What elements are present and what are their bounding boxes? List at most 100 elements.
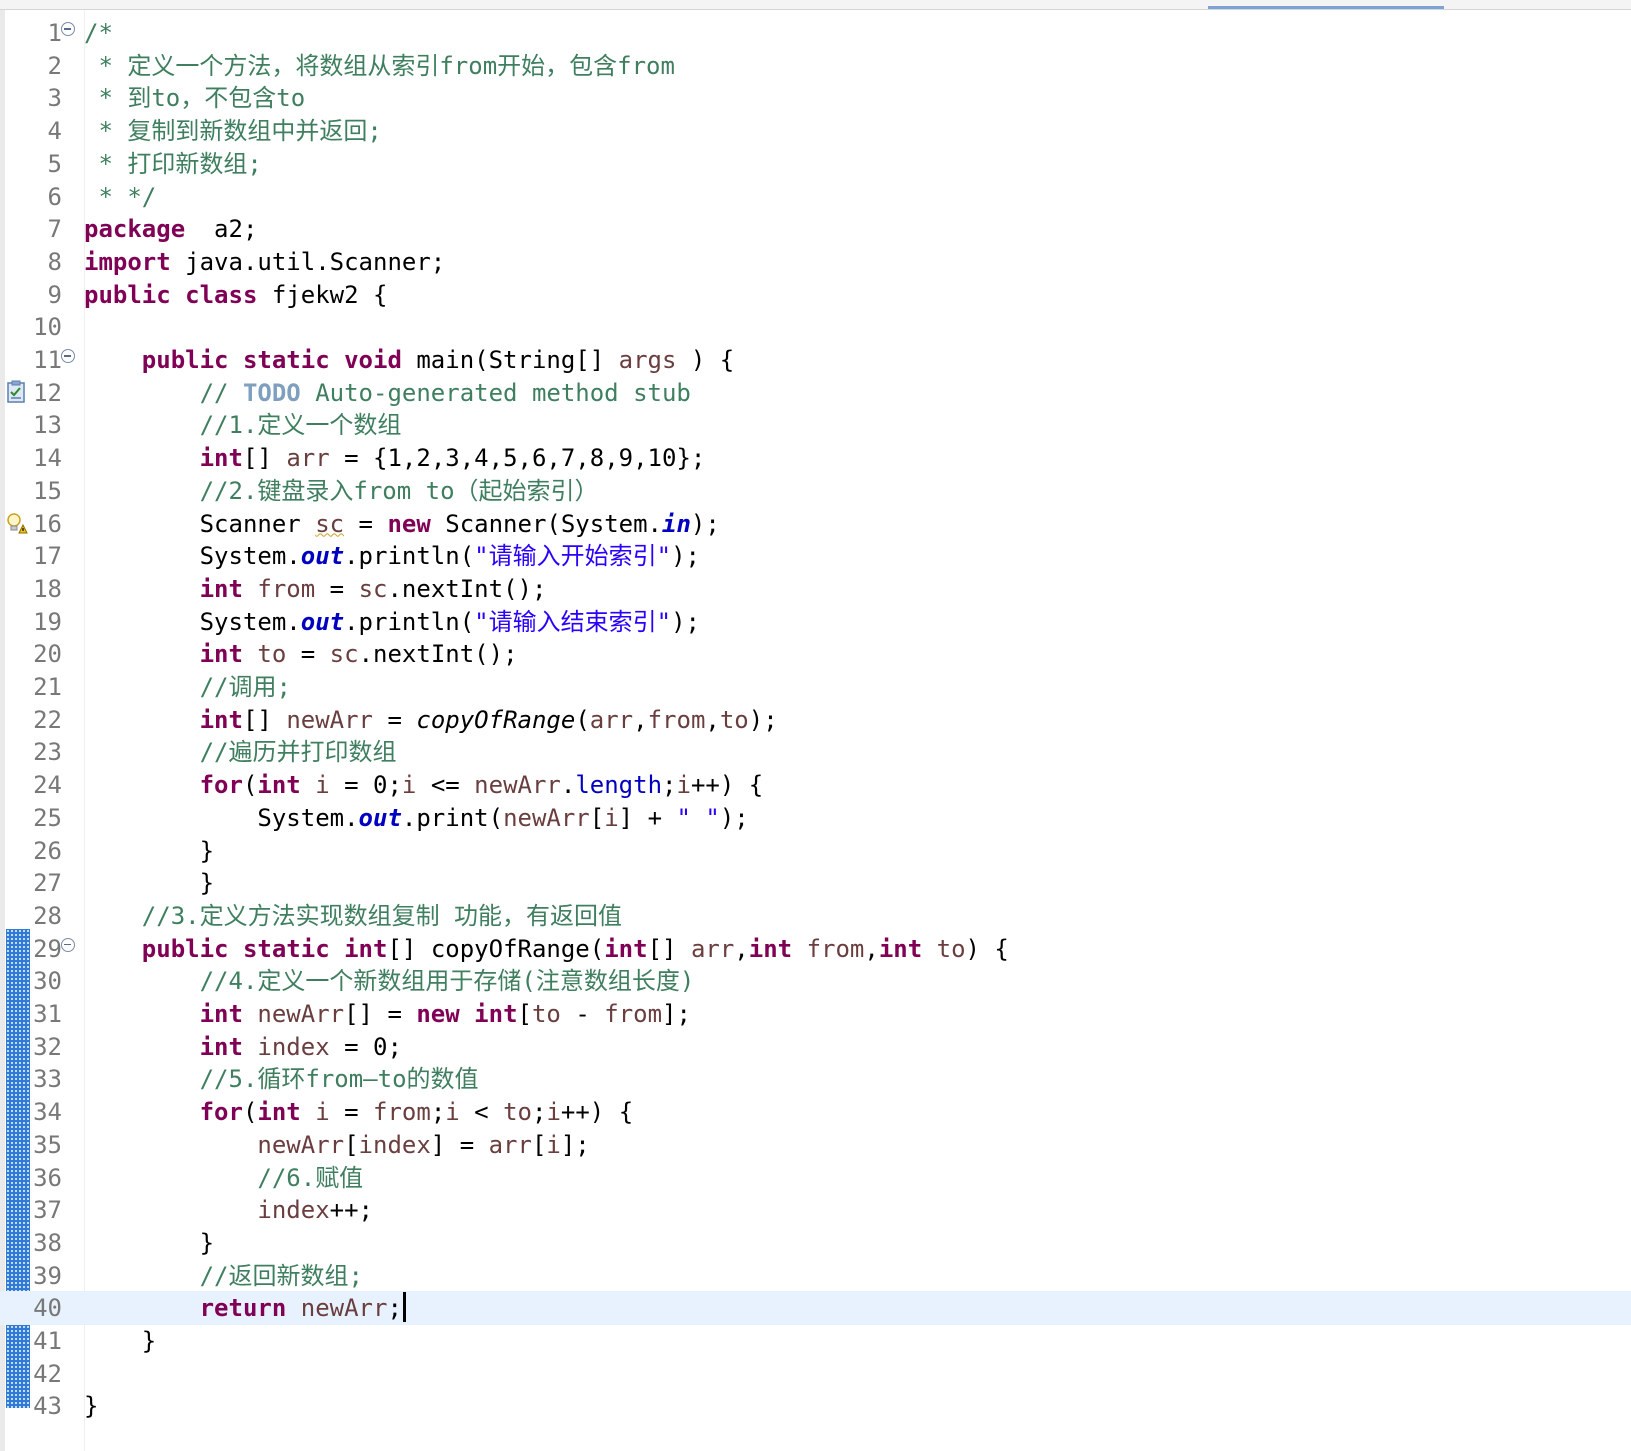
code-line[interactable]: 28 //3.定义方法实现数组复制 功能，有返回值 bbox=[0, 899, 1631, 933]
collapse-minus-icon[interactable] bbox=[61, 349, 75, 363]
code-text[interactable]: int[] newArr = copyOfRange(arr,from,to); bbox=[84, 703, 778, 737]
task-icon[interactable] bbox=[6, 380, 28, 404]
code-text[interactable]: //返回新数组; bbox=[84, 1259, 363, 1293]
code-line[interactable]: 12 // TODO Auto-generated method stub bbox=[0, 376, 1631, 410]
code-text[interactable]: } bbox=[84, 1324, 156, 1358]
code-line[interactable]: 9 public class fjekw2 { bbox=[0, 278, 1631, 312]
collapse-minus-icon[interactable] bbox=[61, 937, 75, 952]
code-line[interactable]: 14 int[] arr = {1,2,3,4,5,6,7,8,9,10}; bbox=[0, 441, 1631, 475]
code-text[interactable]: for(int i = 0;i <= newArr.length;i++) { bbox=[84, 768, 764, 802]
code-line[interactable]: 5 * 打印新数组; bbox=[0, 147, 1631, 181]
code-token: = bbox=[373, 705, 417, 734]
code-text[interactable]: int newArr[] = new int[to - from]; bbox=[84, 997, 691, 1031]
code-line[interactable]: 19 System.out.println("请输入结束索引"); bbox=[0, 605, 1631, 639]
code-token: to bbox=[531, 1000, 561, 1028]
code-line[interactable]: 41 } bbox=[0, 1324, 1631, 1358]
code-line[interactable]: 29 public static int[] copyOfRange(int[]… bbox=[0, 932, 1631, 966]
code-text[interactable]: for(int i = from;i < to;i++) { bbox=[84, 1095, 634, 1129]
code-line[interactable]: 31 int newArr[] = new int[to - from]; bbox=[0, 997, 1631, 1031]
code-text[interactable]: * 到to，不包含to bbox=[84, 81, 305, 115]
code-text[interactable]: //遍历并打印数组 bbox=[84, 735, 397, 769]
code-line[interactable]: 1 /* bbox=[0, 16, 1631, 50]
code-line[interactable]: 11 public static void main(String[] args… bbox=[0, 343, 1631, 377]
code-line[interactable]: 23 //遍历并打印数组 bbox=[0, 735, 1631, 769]
collapse-minus-icon[interactable] bbox=[61, 22, 75, 36]
code-line[interactable]: 15 //2.键盘录入from to（起始索引） bbox=[0, 474, 1631, 508]
active-tab-indicator[interactable] bbox=[1208, 6, 1444, 9]
code-line[interactable]: 4 * 复制到新数组中并返回; bbox=[0, 114, 1631, 148]
code-line[interactable]: 37 index++; bbox=[0, 1193, 1631, 1227]
code-text[interactable]: //3.定义方法实现数组复制 功能，有返回值 bbox=[84, 899, 622, 933]
code-text[interactable]: // TODO Auto-generated method stub bbox=[84, 376, 691, 410]
code-line[interactable]: 8 import java.util.Scanner; bbox=[0, 245, 1631, 279]
code-text[interactable]: public static void main(String[] args ) … bbox=[84, 343, 734, 377]
code-text[interactable]: * 定义一个方法，将数组从索引from开始，包含from bbox=[84, 49, 675, 83]
code-line[interactable]: 33 //5.循环from—to的数值 bbox=[0, 1062, 1631, 1096]
code-line[interactable]: 39 //返回新数组; bbox=[0, 1259, 1631, 1293]
code-token: ++) { bbox=[560, 1098, 634, 1127]
code-text[interactable]: //5.循环from—to的数值 bbox=[84, 1062, 479, 1096]
code-text[interactable]: Scanner sc = new Scanner(System.in); bbox=[84, 507, 720, 541]
code-text[interactable]: * 打印新数组; bbox=[84, 147, 261, 181]
code-line[interactable]: 18 int from = sc.nextInt(); bbox=[0, 572, 1631, 606]
code-text[interactable]: public static int[] copyOfRange(int[] ar… bbox=[84, 932, 1009, 966]
code-text[interactable]: return newArr; bbox=[84, 1291, 406, 1325]
code-text[interactable]: //4.定义一个新数组用于存储(注意数组长度) bbox=[84, 964, 695, 998]
code-text[interactable]: * 复制到新数组中并返回; bbox=[84, 114, 381, 148]
code-line[interactable]: 32 int index = 0; bbox=[0, 1030, 1631, 1064]
code-line[interactable]: 26 } bbox=[0, 834, 1631, 868]
code-line[interactable]: 22 int[] newArr = copyOfRange(arr,from,t… bbox=[0, 703, 1631, 737]
code-text[interactable]: import java.util.Scanner; bbox=[84, 245, 445, 279]
code-line[interactable]: 17 System.out.println("请输入开始索引"); bbox=[0, 539, 1631, 573]
code-line[interactable]: 25 System.out.print(newArr[i] + " "); bbox=[0, 801, 1631, 835]
line-number: 11 bbox=[33, 346, 62, 374]
code-line[interactable]: 34 for(int i = from;i < to;i++) { bbox=[0, 1095, 1631, 1129]
code-line[interactable]: 3 * 到to，不包含to bbox=[0, 81, 1631, 115]
code-line[interactable]: 13 //1.定义一个数组 bbox=[0, 408, 1631, 442]
code-line[interactable]: 30 //4.定义一个新数组用于存储(注意数组长度) bbox=[0, 964, 1631, 998]
comment-token: //2.键盘录入from to（起始索引） bbox=[199, 476, 599, 505]
code-text[interactable]: index++; bbox=[84, 1193, 373, 1227]
code-line[interactable]: 10 bbox=[0, 310, 1631, 344]
code-text[interactable]: System.out.print(newArr[i] + " "); bbox=[84, 801, 748, 835]
code-text[interactable]: //1.定义一个数组 bbox=[84, 408, 402, 442]
code-text[interactable]: int[] arr = {1,2,3,4,5,6,7,8,9,10}; bbox=[84, 441, 706, 475]
code-text[interactable]: } bbox=[84, 834, 214, 868]
code-line[interactable]: 20 int to = sc.nextInt(); bbox=[0, 637, 1631, 671]
code-text[interactable]: int index = 0; bbox=[84, 1030, 402, 1064]
code-text[interactable]: } bbox=[84, 1226, 214, 1260]
code-text[interactable]: * */ bbox=[84, 180, 156, 214]
code-line[interactable]: 16 Scanner sc = new Scanner(System.in); bbox=[0, 507, 1631, 541]
code-text[interactable]: int to = sc.nextInt(); bbox=[84, 637, 518, 671]
code-line[interactable]: 21 //调用; bbox=[0, 670, 1631, 704]
code-text[interactable]: } bbox=[84, 866, 214, 900]
code-text[interactable]: int from = sc.nextInt(); bbox=[84, 572, 547, 606]
code-token: ++) { bbox=[690, 771, 764, 800]
code-line[interactable]: 36 //6.赋值 bbox=[0, 1161, 1631, 1195]
code-text[interactable]: System.out.println("请输入结束索引"); bbox=[84, 605, 700, 639]
code-text[interactable]: /* bbox=[84, 16, 113, 50]
code-text[interactable]: //2.键盘录入from to（起始索引） bbox=[84, 474, 599, 508]
code-line[interactable]: 35 newArr[index] = arr[i]; bbox=[0, 1128, 1631, 1162]
code-line[interactable]: 42 bbox=[0, 1357, 1631, 1391]
code-line[interactable]: 6 * */ bbox=[0, 180, 1631, 214]
code-text[interactable]: //6.赋值 bbox=[84, 1161, 363, 1195]
code-text[interactable]: public class fjekw2 { bbox=[84, 278, 387, 312]
code-line[interactable]: 7 package a2; bbox=[0, 212, 1631, 246]
code-line[interactable]: 24 for(int i = 0;i <= newArr.length;i++)… bbox=[0, 768, 1631, 802]
keyword-token: new bbox=[416, 1000, 460, 1028]
code-line[interactable]: 27 } bbox=[0, 866, 1631, 900]
warning-bulb-icon[interactable] bbox=[6, 511, 28, 535]
code-text[interactable]: } bbox=[84, 1389, 98, 1423]
code-line[interactable]: 43} bbox=[0, 1389, 1631, 1423]
code-line[interactable]: 38 } bbox=[0, 1226, 1631, 1260]
code-text[interactable]: package a2; bbox=[84, 212, 257, 246]
code-line[interactable]: 40 return newArr; bbox=[0, 1291, 1631, 1326]
code-text[interactable]: System.out.println("请输入开始索引"); bbox=[84, 539, 700, 573]
code-line[interactable]: 2 * 定义一个方法，将数组从索引from开始，包含from bbox=[0, 49, 1631, 83]
code-text[interactable]: //调用; bbox=[84, 670, 291, 704]
code-text[interactable]: newArr[index] = arr[i]; bbox=[84, 1128, 589, 1162]
